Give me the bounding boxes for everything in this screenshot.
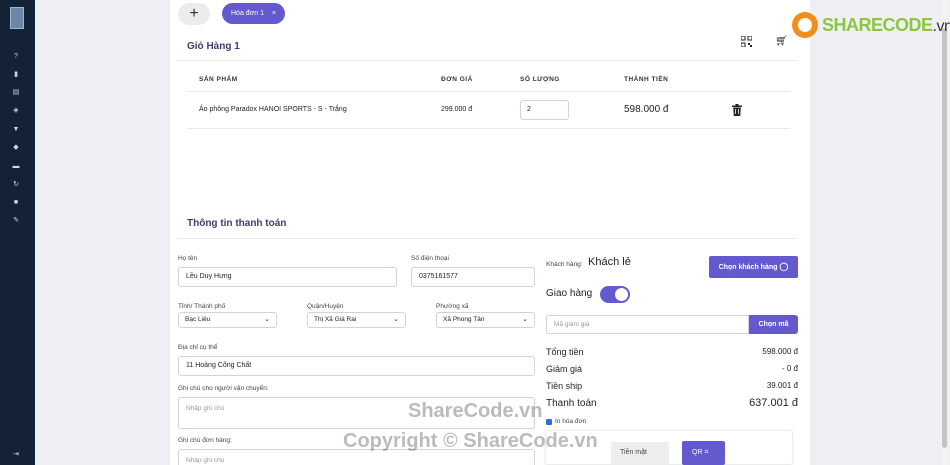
phone-field[interactable]: 0375161577	[411, 267, 535, 287]
tab-invoice-1[interactable]: Hóa đơn 1 ×	[222, 3, 285, 24]
district-label: Quận/Huyện	[307, 303, 344, 310]
col-header-product: SẢN PHẨM	[199, 76, 238, 83]
payment-info-title: Thông tin thanh toán	[187, 218, 287, 229]
cart-icon[interactable]: 🛒︎	[775, 36, 788, 47]
watermark-bottom: Copyright © ShareCode.vn	[343, 430, 598, 452]
trash-icon[interactable]	[732, 104, 742, 116]
document-icon[interactable]: ▤	[12, 89, 20, 97]
close-tab-icon[interactable]: ×	[272, 3, 276, 24]
row-total: 598.000 đ	[624, 104, 669, 115]
col-header-quantity: SỐ LƯỢNG	[520, 76, 560, 83]
name-label: Họ tên	[178, 255, 198, 262]
print-invoice-label: In hóa đơn	[555, 418, 587, 425]
ward-value: Xã Phong Tân	[443, 316, 485, 323]
logout-icon[interactable]: ⇥	[12, 451, 20, 459]
delivery-label: Giao hàng	[546, 288, 593, 299]
choose-customer-label: Chọn khách hàng	[718, 264, 778, 271]
discount-label: Giảm giá	[546, 364, 583, 374]
total-label: Tổng tiền	[546, 347, 584, 357]
ship-fee-value: 39.001 đ	[766, 381, 798, 390]
divider	[177, 60, 797, 61]
province-value: Bạc Liêu	[185, 316, 211, 323]
order-note-label: Ghi chú đơn hàng:	[178, 437, 232, 444]
pay-total-label: Thanh toán	[546, 398, 597, 409]
tab-invoice-label: Hóa đơn 1	[231, 10, 265, 17]
province-label: Tỉnh/ Thành phố	[178, 303, 226, 310]
sharecode-logo-text: SHARECODE.vn	[822, 15, 950, 35]
divider	[187, 91, 790, 92]
qr-pay-label: QR	[692, 449, 703, 456]
district-select[interactable]: Thị Xã Giá Rai ⌄	[307, 312, 406, 328]
choose-code-button[interactable]: Chọn mã	[749, 315, 798, 334]
chevron-down-icon: ⌄	[393, 316, 399, 323]
district-value: Thị Xã Giá Rai	[314, 316, 357, 323]
ship-fee-label: Tiền ship	[546, 381, 583, 391]
help-icon[interactable]: ?	[12, 53, 20, 61]
phone-label: Số điện thoại	[411, 255, 449, 262]
name-field[interactable]: Lều Duy Hưng	[178, 267, 397, 287]
address-label: Địa chỉ cụ thể	[178, 344, 218, 351]
col-header-total: THÀNH TIỀN	[624, 76, 669, 83]
add-invoice-button[interactable]: +	[178, 3, 210, 25]
quantity-input[interactable]: 2	[520, 100, 569, 120]
row-product-name: Áo phông Paradox HANOI SPORTS - S - Trắn…	[199, 106, 347, 113]
chevron-down-icon: ⌄	[264, 316, 270, 323]
col-header-unit-price: ĐƠN GIÁ	[441, 76, 473, 83]
coupon-input[interactable]: Mã giảm giá	[546, 315, 749, 334]
customer-value: Khách lẻ	[588, 256, 631, 268]
user-icon: ◯	[779, 262, 789, 271]
shirt-icon[interactable]: ▼	[12, 126, 20, 134]
total-value: 598.000 đ	[762, 347, 798, 356]
app-logo[interactable]	[10, 7, 24, 29]
print-invoice-checkbox[interactable]	[546, 419, 552, 425]
scrollbar-thumb[interactable]	[942, 28, 947, 448]
qr-pay-button[interactable]: QR ⌗	[682, 441, 725, 465]
edit-icon[interactable]: ✎	[12, 217, 20, 225]
choose-customer-button[interactable]: Chọn khách hàng ◯	[709, 256, 798, 278]
qr-scan-icon[interactable]	[741, 36, 752, 47]
pay-total-value: 637.001 đ	[749, 397, 798, 409]
shipper-note-label: Ghi chú cho người vận chuyển:	[178, 385, 269, 392]
tag-icon[interactable]: ◆	[12, 144, 20, 152]
cart-title: Giỏ Hàng 1	[187, 41, 240, 52]
delivery-toggle[interactable]	[600, 286, 630, 303]
divider	[187, 128, 790, 129]
chart-icon[interactable]: ▮	[12, 71, 20, 79]
customer-label: Khách hàng:	[546, 261, 583, 268]
toggle-knob	[615, 288, 628, 301]
ward-label: Phường xã	[436, 303, 469, 310]
sharecode-logo-icon	[792, 12, 818, 38]
sidebar: ? ▮ ▤ ◈ ▼ ◆ ▬ ↻ ■ ✎ ⇥	[0, 0, 35, 465]
row-unit-price: 299.000 đ	[441, 106, 473, 113]
province-select[interactable]: Bạc Liêu ⌄	[178, 312, 277, 328]
main-panel	[170, 0, 810, 465]
chevron-down-icon: ⌄	[522, 316, 528, 323]
ward-select[interactable]: Xã Phong Tân ⌄	[436, 312, 535, 328]
ticket-icon[interactable]: ▬	[12, 163, 20, 171]
shield-icon[interactable]: ◈	[12, 107, 20, 115]
discount-value: - 0 đ	[781, 364, 798, 373]
bag-icon[interactable]: ■	[12, 199, 20, 207]
watermark-top: ShareCode.vn	[408, 400, 543, 422]
cash-button[interactable]: Tiền mặt	[611, 442, 669, 464]
qr-icon: ⌗	[704, 449, 709, 456]
refresh-icon[interactable]: ↻	[12, 181, 20, 189]
address-field[interactable]: 11 Hoàng Công Chất	[178, 356, 535, 376]
divider	[177, 238, 797, 239]
